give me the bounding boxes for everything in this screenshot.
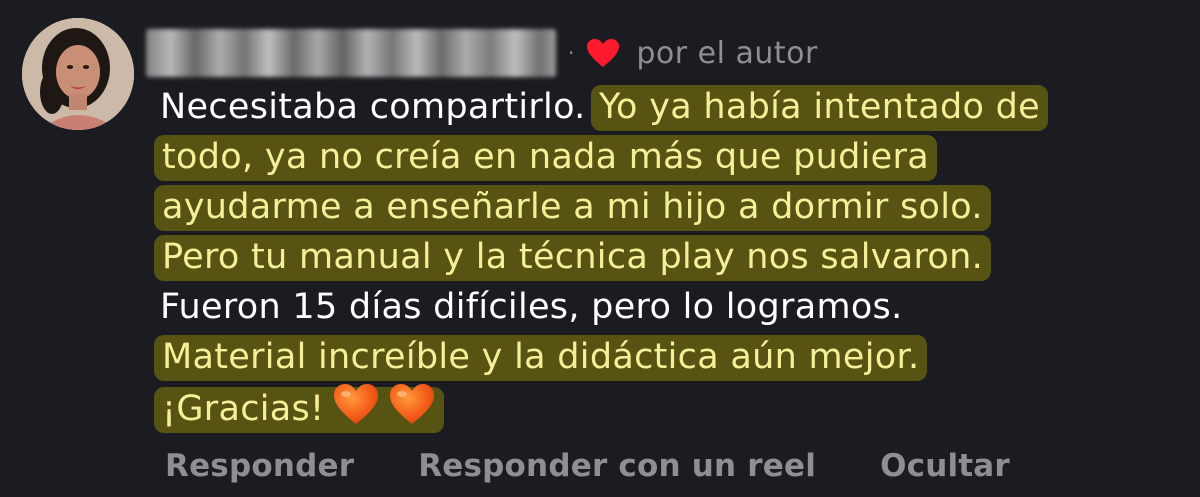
separator-dot: · <box>568 41 575 65</box>
reply-button[interactable]: Responder <box>165 448 354 484</box>
comment-line-3: ayudarme a enseñarle a mi hijo a dormir … <box>154 182 1180 232</box>
comment-line-1: Necesitaba compartirlo. Yo ya había inte… <box>160 82 1180 132</box>
username-redacted[interactable] <box>146 29 556 77</box>
avatar[interactable] <box>22 18 134 130</box>
red-heart-icon <box>587 39 620 67</box>
highlighted-text: ¡Gracias! <box>154 384 445 433</box>
comment-line-4: Pero tu manual y la técnica play nos sal… <box>154 232 1180 282</box>
comment-header: · por el autor <box>146 28 818 78</box>
highlighted-text: Yo ya había intentado de <box>591 85 1048 131</box>
comment: · por el autor Necesitaba compartirlo. Y… <box>0 0 1200 497</box>
hide-button[interactable]: Ocultar <box>880 448 1010 484</box>
comment-line-5: Fueron 15 días difíciles, pero lo logram… <box>160 282 1180 332</box>
orange-heart-emoji-icon <box>334 384 379 424</box>
comment-body: Necesitaba compartirlo. Yo ya había inte… <box>154 82 1180 434</box>
thanks-text: ¡Gracias! <box>162 389 325 429</box>
profile-photo-icon <box>22 18 134 130</box>
comment-line-6: Material increíble y la didáctica aún me… <box>154 332 1180 382</box>
highlighted-text: ayudarme a enseñarle a mi hijo a dormir … <box>154 185 991 231</box>
comment-line-7: ¡Gracias! <box>154 382 1180 434</box>
highlighted-text: todo, ya no creía en nada más que pudier… <box>154 135 937 181</box>
liked-by-author-label: por el autor <box>636 35 818 71</box>
orange-heart-emoji-icon <box>390 384 435 424</box>
highlighted-text: Pero tu manual y la técnica play nos sal… <box>154 235 992 281</box>
comment-line-2: todo, ya no creía en nada más que pudier… <box>154 132 1180 182</box>
reply-with-reel-button[interactable]: Responder con un reel <box>418 448 816 484</box>
highlighted-text: Material increíble y la didáctica aún me… <box>154 335 928 381</box>
comment-actions: Responder Responder con un reel Ocultar <box>165 448 1010 484</box>
plain-text: Fueron 15 días difíciles, pero lo logram… <box>160 287 903 327</box>
plain-text: Necesitaba compartirlo. <box>160 87 598 127</box>
